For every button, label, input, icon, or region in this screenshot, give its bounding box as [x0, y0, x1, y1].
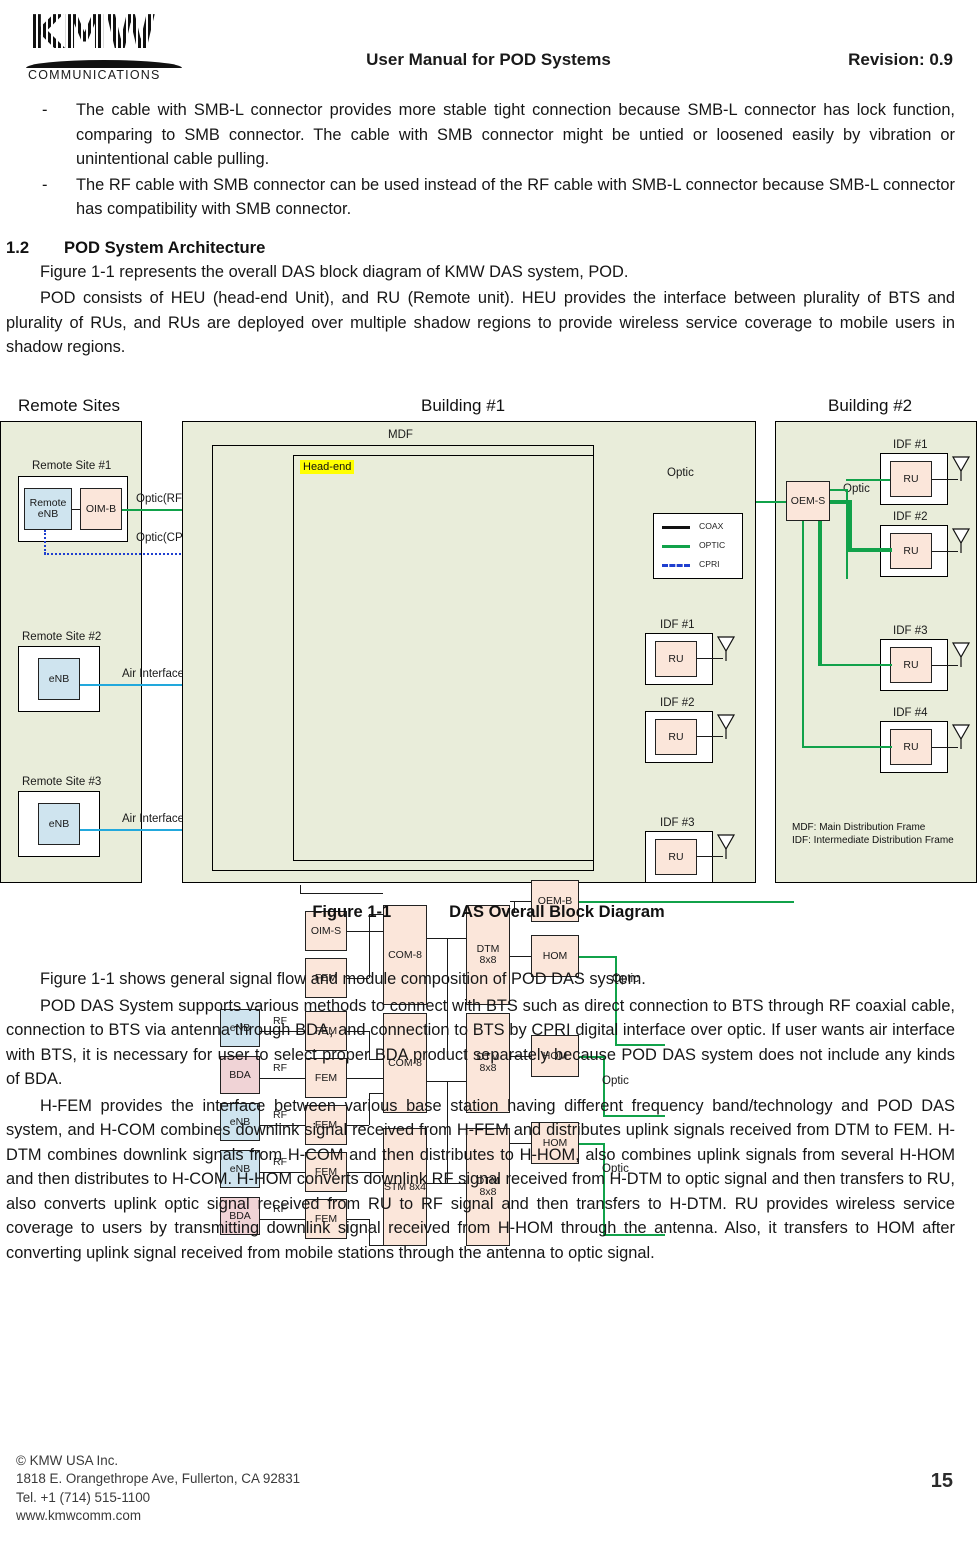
footer-line-4: www.kmwcomm.com	[16, 1508, 141, 1524]
antenna-icon	[716, 834, 736, 859]
idf2-label-b2: IDF #2	[893, 511, 928, 523]
optic-oems-idf3-v	[818, 521, 822, 665]
frame-headend	[293, 455, 594, 861]
link-cpri-riser	[44, 530, 46, 554]
antenna-icon	[716, 636, 736, 661]
antenna-icon	[951, 642, 971, 667]
footer-line-3: Tel. +1 (714) 515-1100	[16, 1489, 151, 1505]
paragraph-4: POD DAS System supports various methods …	[6, 996, 955, 1089]
wire-dtm1-hom1	[510, 956, 531, 958]
logo-subtitle: COMMUNICATIONS	[28, 68, 161, 82]
footer-line-1: © KMW USA Inc.	[16, 1453, 119, 1468]
optic-oems-idf2-v	[848, 500, 852, 551]
antenna-icon	[716, 714, 736, 739]
paragraph-1: Figure 1-1 represents the overall DAS bl…	[40, 262, 629, 281]
link-label-air-interface-1: Air Interface	[122, 668, 184, 680]
remote-site-3-label: Remote Site #3	[22, 776, 102, 788]
legend-swatch-cpri	[662, 564, 690, 567]
bullet-dash: -	[42, 175, 48, 194]
optic-oems-idf4-h	[802, 746, 892, 748]
idf1-label-b1: IDF #1	[660, 619, 695, 631]
paragraph-2: POD consists of HEU (head-end Unit), and…	[6, 289, 955, 356]
optic-into-oems	[756, 501, 786, 503]
optic-oems-idf1-b	[846, 479, 890, 481]
remote-site-1-label: Remote Site #1	[32, 460, 112, 472]
node-ru-b2-2: RU	[890, 533, 932, 569]
bullet-text: The cable with SMB-L connector provides …	[76, 101, 955, 168]
idf3-label-b2: IDF #3	[893, 625, 928, 637]
footer-address: © KMW USA Inc. 1818 E. Orangethrope Ave,…	[16, 1452, 300, 1526]
bullet-text: The RF cable with SMB connector can be u…	[76, 175, 955, 219]
idf2-label-b1: IDF #2	[660, 697, 695, 709]
node-ru-b1-2: RU	[655, 719, 697, 755]
header-title: User Manual for POD Systems	[366, 50, 611, 69]
section-number: 1.2	[6, 237, 30, 257]
section-title: POD System Architecture	[64, 237, 266, 257]
page-number: 15	[930, 1470, 953, 1492]
group-label-building1: Building #1	[421, 396, 506, 415]
footer-line-2: 1818 E. Orangethrope Ave, Fullerton, CA …	[16, 1471, 301, 1487]
page-content-lower: Figure 1-1 shows general signal flow and…	[0, 965, 977, 1265]
figure-caption: Figure 1-1 DAS Overall Block Diagram	[0, 903, 977, 922]
remote-site-2-label: Remote Site #2	[22, 631, 102, 643]
legend-label-coax: COAX	[699, 521, 724, 531]
section-heading: 1.2 POD System Architecture	[0, 238, 977, 258]
note-idf: IDF: Intermediate Distribution Frame	[792, 835, 954, 846]
bullet-list: - The cable with SMB-L connector provide…	[0, 98, 977, 222]
legend-swatch-coax	[662, 526, 690, 529]
node-enb-site2: eNB	[38, 658, 80, 700]
node-ru-b2-4: RU	[890, 729, 932, 765]
wire-oims-com1	[347, 931, 383, 933]
antenna-icon	[951, 724, 971, 749]
node-ru-b1-1: RU	[655, 641, 697, 677]
headend-label: Head-end	[300, 460, 355, 474]
optic-oems-idf2-b	[848, 548, 892, 552]
optic-oems-idf3-h	[818, 664, 892, 666]
legend-swatch-optic	[662, 545, 690, 548]
optic-label-b1-top: Optic	[667, 467, 694, 479]
optic-oems-idf4-v	[802, 521, 804, 747]
node-ru-b2-1: RU	[890, 461, 932, 497]
list-item: - The cable with SMB-L connector provide…	[0, 98, 977, 172]
node-ru-b2-3: RU	[890, 647, 932, 683]
note-mdf: MDF: Main Distribution Frame	[792, 822, 926, 833]
group-label-building2: Building #2	[828, 396, 913, 415]
paragraph-3: Figure 1-1 shows general signal flow and…	[40, 970, 646, 988]
group-label-remote-sites: Remote Sites	[18, 396, 121, 415]
node-remote-enb: Remote eNB	[24, 488, 72, 530]
mdf-label: MDF	[388, 429, 413, 441]
figure-caption-number: Figure 1-1	[312, 903, 392, 921]
kmw-logo: KMW COMMUNICATIONS	[18, 6, 190, 84]
figure-caption-title: DAS Overall Block Diagram	[449, 903, 665, 921]
optic-hom1-out	[579, 956, 617, 958]
wire-headend-com	[300, 893, 383, 895]
node-oim-b: OIM-B	[80, 488, 122, 530]
idf4-label-b2: IDF #4	[893, 707, 928, 719]
antenna-icon	[951, 456, 971, 481]
page-content: - The cable with SMB-L connector provide…	[0, 98, 977, 360]
legend-label-optic: OPTIC	[699, 540, 726, 550]
idf1-label-b2: IDF #1	[893, 439, 928, 451]
bullet-dash: -	[42, 101, 48, 119]
legend-label-cpri: CPRI	[699, 559, 720, 569]
page-header: KMW COMMUNICATIONS User Manual for POD S…	[0, 0, 977, 92]
page-footer: © KMW USA Inc. 1818 E. Orangethrope Ave,…	[0, 1452, 977, 1541]
link-label-optic-rf: Optic(RF)	[136, 493, 186, 505]
header-revision: Revision: 0.9	[848, 50, 953, 69]
node-enb-site3: eNB	[38, 803, 80, 845]
paragraph-5: H-FEM provides the interface between var…	[6, 1096, 955, 1262]
link-enb-oimb	[72, 509, 80, 511]
antenna-icon	[951, 528, 971, 553]
node-oem-s: OEM-S	[786, 481, 830, 521]
link-label-air-interface-2: Air Interface	[122, 813, 184, 825]
figure-das-block-diagram: Remote Sites Building #1 Building #2 Rem…	[0, 393, 977, 1247]
wire-headend-drop	[300, 885, 302, 893]
idf3-label-b1: IDF #3	[660, 817, 695, 829]
list-item: - The RF cable with SMB connector can be…	[0, 173, 977, 222]
node-ru-b1-3: RU	[655, 839, 697, 875]
